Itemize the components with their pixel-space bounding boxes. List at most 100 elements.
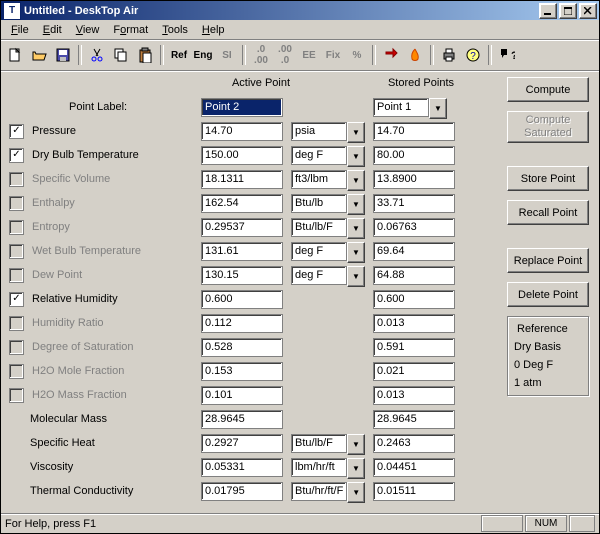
chevron-down-icon[interactable]: ▼ bbox=[347, 194, 365, 215]
stored-dewpoint-input[interactable]: 64.88 bbox=[373, 266, 455, 285]
menu-tools[interactable]: Tools bbox=[156, 22, 194, 38]
checkbox-specvol[interactable] bbox=[9, 172, 24, 187]
stored-pressure-input[interactable]: 14.70 bbox=[373, 122, 455, 141]
percent-button[interactable]: % bbox=[346, 44, 368, 66]
stored-point-combo[interactable]: Point 1▼ bbox=[373, 98, 447, 117]
active-wetbulb-input[interactable]: 131.61 bbox=[201, 242, 283, 261]
fire-button[interactable] bbox=[404, 44, 426, 66]
compute-button[interactable]: Compute bbox=[507, 77, 589, 102]
paste-button[interactable] bbox=[134, 44, 156, 66]
checkbox-humratio[interactable] bbox=[9, 316, 24, 331]
active-h2omole-input[interactable]: 0.153 bbox=[201, 362, 283, 381]
chevron-down-icon[interactable]: ▼ bbox=[347, 266, 365, 287]
active-pressure-input[interactable]: 14.70 bbox=[201, 122, 283, 141]
replace-point-button[interactable]: Replace Point bbox=[507, 248, 589, 273]
unit-wetbulb[interactable]: deg F▼ bbox=[291, 242, 365, 261]
unit-dewpoint[interactable]: deg F▼ bbox=[291, 266, 365, 285]
chevron-down-icon[interactable]: ▼ bbox=[347, 434, 365, 455]
stored-entropy-input[interactable]: 0.06763 bbox=[373, 218, 455, 237]
save-button[interactable] bbox=[52, 44, 74, 66]
eng-button[interactable]: Eng bbox=[192, 44, 214, 66]
active-viscosity-input[interactable]: 0.05331 bbox=[201, 458, 283, 477]
chevron-down-icon[interactable]: ▼ bbox=[429, 98, 447, 119]
active-dewpoint-input[interactable]: 130.15 bbox=[201, 266, 283, 285]
stored-h2omole-input[interactable]: 0.021 bbox=[373, 362, 455, 381]
menu-help[interactable]: Help bbox=[196, 22, 231, 38]
stored-drybulb-input[interactable]: 80.00 bbox=[373, 146, 455, 165]
unit-specvol[interactable]: ft3/lbm▼ bbox=[291, 170, 365, 189]
menu-format[interactable]: Format bbox=[107, 22, 154, 38]
active-specheat-input[interactable]: 0.2927 bbox=[201, 434, 283, 453]
menu-edit[interactable]: Edit bbox=[37, 22, 68, 38]
active-enthalpy-input[interactable]: 162.54 bbox=[201, 194, 283, 213]
checkbox-drybulb[interactable]: ✓ bbox=[9, 148, 24, 163]
recall-point-button[interactable]: Recall Point bbox=[507, 200, 589, 225]
active-drybulb-input[interactable]: 150.00 bbox=[201, 146, 283, 165]
open-button[interactable] bbox=[28, 44, 50, 66]
checkbox-relhum[interactable]: ✓ bbox=[9, 292, 24, 307]
new-button[interactable] bbox=[4, 44, 26, 66]
stored-thermcond-input[interactable]: 0.01511 bbox=[373, 482, 455, 501]
active-relhum-input[interactable]: 0.600 bbox=[201, 290, 283, 309]
stored-h2omass-input[interactable]: 0.013 bbox=[373, 386, 455, 405]
chevron-down-icon[interactable]: ▼ bbox=[347, 170, 365, 191]
active-humratio-input[interactable]: 0.112 bbox=[201, 314, 283, 333]
active-entropy-input[interactable]: 0.29537 bbox=[201, 218, 283, 237]
active-h2omass-input[interactable]: 0.101 bbox=[201, 386, 283, 405]
stored-relhum-input[interactable]: 0.600 bbox=[373, 290, 455, 309]
unit-enthalpy[interactable]: Btu/lb▼ bbox=[291, 194, 365, 213]
active-point-label-input[interactable]: Point 2 bbox=[201, 98, 283, 117]
close-button[interactable] bbox=[579, 3, 597, 19]
menu-file[interactable]: File bbox=[5, 22, 35, 38]
chevron-down-icon[interactable]: ▼ bbox=[347, 482, 365, 503]
checkbox-degsat[interactable] bbox=[9, 340, 24, 355]
menu-view[interactable]: View bbox=[70, 22, 106, 38]
stored-viscosity-input[interactable]: 0.04451 bbox=[373, 458, 455, 477]
stored-humratio-input[interactable]: 0.013 bbox=[373, 314, 455, 333]
swap-button[interactable] bbox=[380, 44, 402, 66]
delete-point-button[interactable]: Delete Point bbox=[507, 282, 589, 307]
checkbox-h2omole[interactable] bbox=[9, 364, 24, 379]
active-molmass-input[interactable]: 28.9645 bbox=[201, 410, 283, 429]
context-help-button[interactable]: ? bbox=[496, 44, 518, 66]
stored-specheat-input[interactable]: 0.2463 bbox=[373, 434, 455, 453]
stored-wetbulb-input[interactable]: 69.64 bbox=[373, 242, 455, 261]
unit-viscosity[interactable]: lbm/hr/ft▼ bbox=[291, 458, 365, 477]
compute-saturated-button[interactable]: ComputeSaturated bbox=[507, 111, 589, 143]
stored-specvol-input[interactable]: 13.8900 bbox=[373, 170, 455, 189]
unit-specheat[interactable]: Btu/lb/F▼ bbox=[291, 434, 365, 453]
checkbox-h2omass[interactable] bbox=[9, 388, 24, 403]
active-specvol-input[interactable]: 18.1311 bbox=[201, 170, 283, 189]
cut-button[interactable] bbox=[86, 44, 108, 66]
checkbox-entropy[interactable] bbox=[9, 220, 24, 235]
print-button[interactable] bbox=[438, 44, 460, 66]
unit-drybulb[interactable]: deg F▼ bbox=[291, 146, 365, 165]
chevron-down-icon[interactable]: ▼ bbox=[347, 458, 365, 479]
checkbox-enthalpy[interactable] bbox=[9, 196, 24, 211]
dec-dec-button[interactable]: .00.0 bbox=[274, 44, 296, 66]
chevron-down-icon[interactable]: ▼ bbox=[347, 218, 365, 239]
chevron-down-icon[interactable]: ▼ bbox=[347, 146, 365, 167]
stored-enthalpy-input[interactable]: 33.71 bbox=[373, 194, 455, 213]
si-button[interactable]: SI bbox=[216, 44, 238, 66]
checkbox-pressure[interactable]: ✓ bbox=[9, 124, 24, 139]
store-point-button[interactable]: Store Point bbox=[507, 166, 589, 191]
unit-thermcond[interactable]: Btu/hr/ft/F▼ bbox=[291, 482, 365, 501]
fix-button[interactable]: Fix bbox=[322, 44, 344, 66]
active-thermcond-input[interactable]: 0.01795 bbox=[201, 482, 283, 501]
minimize-button[interactable] bbox=[539, 3, 557, 19]
chevron-down-icon[interactable]: ▼ bbox=[347, 242, 365, 263]
active-degsat-input[interactable]: 0.528 bbox=[201, 338, 283, 357]
help-button[interactable]: ? bbox=[462, 44, 484, 66]
unit-pressure[interactable]: psia▼ bbox=[291, 122, 365, 141]
stored-molmass-input[interactable]: 28.9645 bbox=[373, 410, 455, 429]
unit-entropy[interactable]: Btu/lb/F▼ bbox=[291, 218, 365, 237]
copy-button[interactable] bbox=[110, 44, 132, 66]
chevron-down-icon[interactable]: ▼ bbox=[347, 122, 365, 143]
ee-button[interactable]: EE bbox=[298, 44, 320, 66]
checkbox-wetbulb[interactable] bbox=[9, 244, 24, 259]
maximize-button[interactable] bbox=[559, 3, 577, 19]
checkbox-dewpoint[interactable] bbox=[9, 268, 24, 283]
ref-button[interactable]: Ref bbox=[168, 44, 190, 66]
dec-inc-button[interactable]: .0.00 bbox=[250, 44, 272, 66]
